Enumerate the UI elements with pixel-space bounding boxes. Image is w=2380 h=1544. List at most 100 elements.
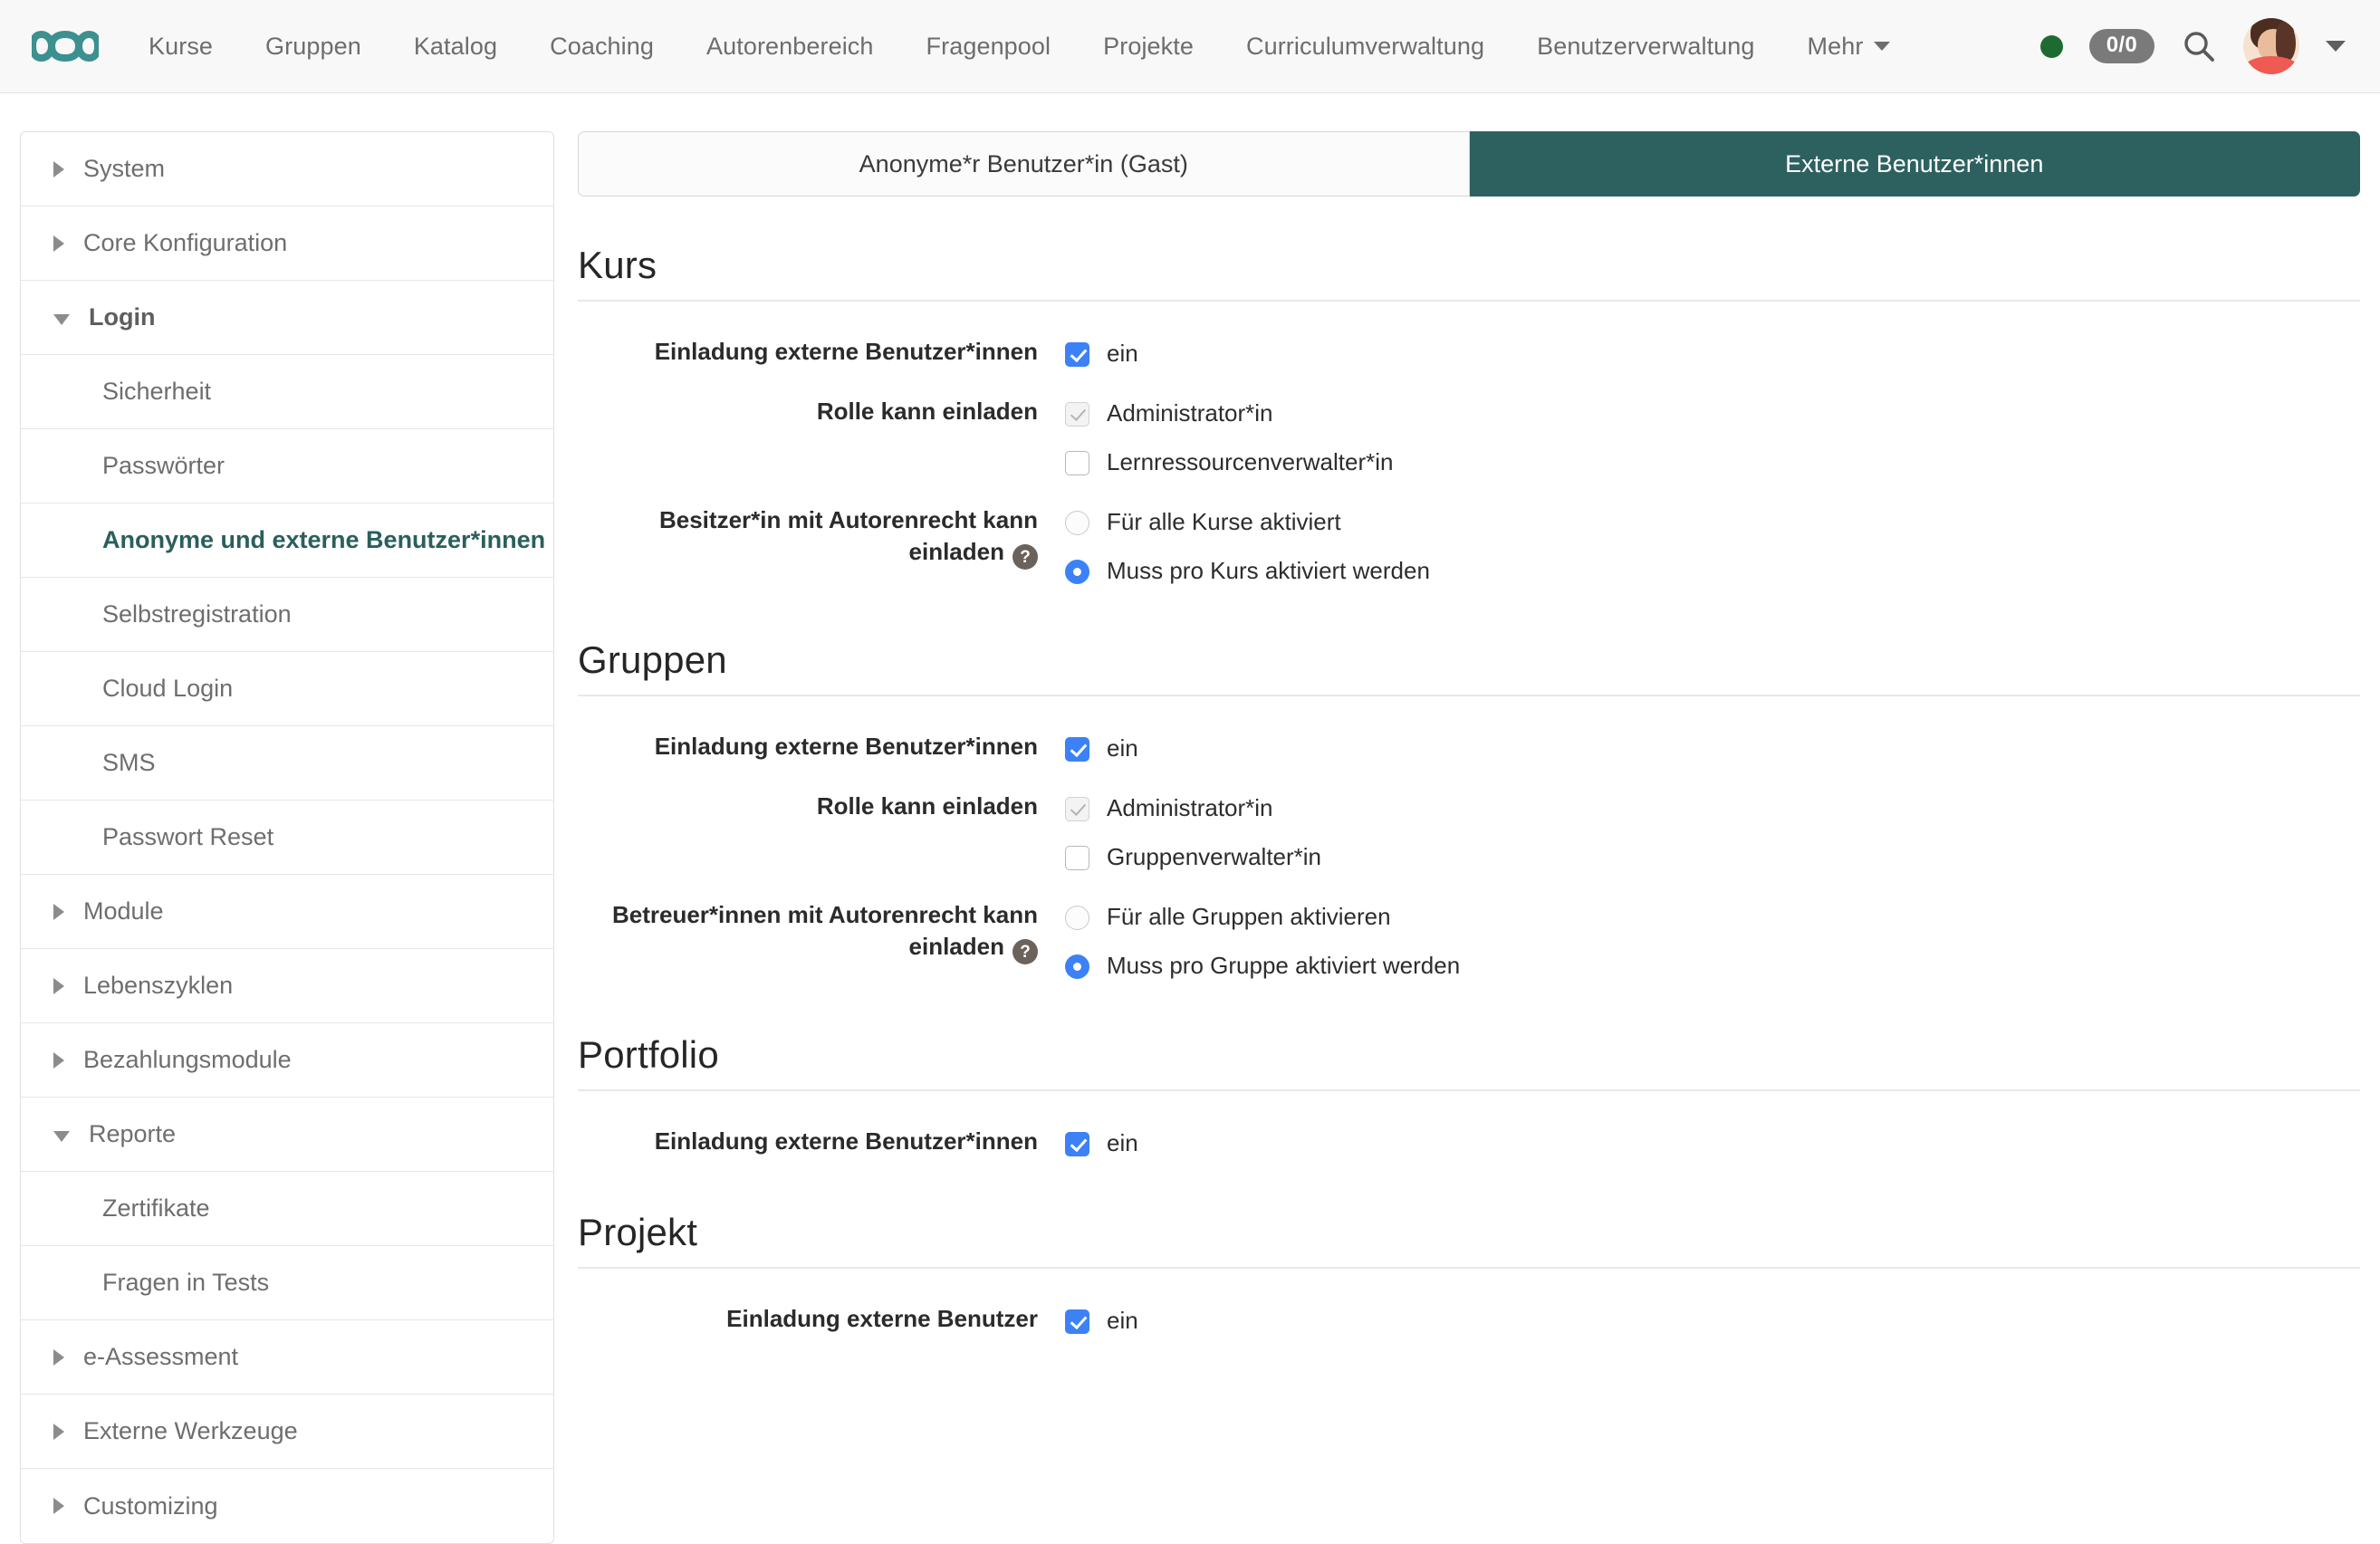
sidebar-item-fragen-in-tests[interactable]: Fragen in Tests <box>21 1246 553 1320</box>
sidebar-item-customizing[interactable]: Customizing <box>21 1469 553 1543</box>
form-label-text: Besitzer*in mit Autorenrecht kann einlad… <box>659 506 1038 565</box>
sidebar-item-label: Passwort Reset <box>102 823 274 851</box>
tab-anonymous-user[interactable]: Anonyme*r Benutzer*in (Gast) <box>578 131 1470 197</box>
radio-option[interactable]: Muss pro Kurs aktiviert werden <box>1065 551 2360 591</box>
avatar[interactable] <box>2243 18 2299 74</box>
help-icon[interactable]: ? <box>1012 544 1038 570</box>
tab-external-users[interactable]: Externe Benutzer*innen <box>1470 131 2361 197</box>
nav-link-fragenpool[interactable]: Fragenpool <box>900 24 1078 70</box>
radio-button[interactable] <box>1065 560 1089 584</box>
radio-option[interactable]: Für alle Kurse aktiviert <box>1065 503 2360 542</box>
sidebar-item-login[interactable]: Login <box>21 281 553 355</box>
checkbox <box>1065 797 1089 821</box>
checkbox-option[interactable]: Administrator*in <box>1065 394 2360 434</box>
chevron-right-icon <box>53 978 64 994</box>
nav-link-autorenbereich[interactable]: Autorenbereich <box>680 24 900 70</box>
form-label: Einladung externe Benutzer*innen <box>578 1124 1038 1157</box>
chevron-right-icon <box>53 1052 64 1069</box>
checkbox-option[interactable]: Gruppenverwalter*in <box>1065 838 2360 877</box>
sidebar-item-label: Cloud Login <box>102 675 233 703</box>
nav-link-katalog[interactable]: Katalog <box>388 24 523 70</box>
sidebar-item-anonyme-und-externe-benutzerinnen[interactable]: Anonyme und externe Benutzer*innen <box>21 503 553 578</box>
nav-link-kurse[interactable]: Kurse <box>122 24 239 70</box>
sidebar-item-reporte[interactable]: Reporte <box>21 1098 553 1172</box>
nav-link-projekte[interactable]: Projekte <box>1077 24 1220 70</box>
main-nav-links: Kurse Gruppen Katalog Coaching Autorenbe… <box>122 24 2040 70</box>
sidebar-item-core-konfiguration[interactable]: Core Konfiguration <box>21 206 553 281</box>
option-label: Gruppenverwalter*in <box>1107 845 1321 870</box>
chevron-right-icon <box>53 161 64 177</box>
radio-option[interactable]: Muss pro Gruppe aktiviert werden <box>1065 946 2360 986</box>
checkbox[interactable] <box>1065 1309 1089 1334</box>
nav-link-coaching[interactable]: Coaching <box>523 24 680 70</box>
search-icon[interactable] <box>2181 28 2217 64</box>
checkbox-option[interactable]: Administrator*in <box>1065 789 2360 829</box>
checkbox[interactable] <box>1065 846 1089 870</box>
radio-button[interactable] <box>1065 954 1089 979</box>
sidebar-item-label: Fragen in Tests <box>102 1269 269 1297</box>
help-icon[interactable]: ? <box>1012 939 1038 964</box>
form-label: Rolle kann einladen <box>578 789 1038 822</box>
checkbox-option[interactable]: ein <box>1065 1301 2360 1341</box>
sidebar-item-selbstregistration[interactable]: Selbstregistration <box>21 578 553 652</box>
form-label-text: Einladung externe Benutzer*innen <box>655 338 1038 365</box>
checkbox[interactable] <box>1065 342 1089 367</box>
checkbox-option[interactable]: ein <box>1065 334 2360 374</box>
sidebar-item-externe-werkzeuge[interactable]: Externe Werkzeuge <box>21 1395 553 1469</box>
sidebar-item-cloud-login[interactable]: Cloud Login <box>21 652 553 726</box>
form-field: ein <box>1065 1301 2360 1341</box>
sidebar-item-passw-rter[interactable]: Passwörter <box>21 429 553 503</box>
radio-button[interactable] <box>1065 906 1089 930</box>
checkbox-option[interactable]: Lernressourcenverwalter*in <box>1065 443 2360 483</box>
sidebar-item-lebenszyklen[interactable]: Lebenszyklen <box>21 949 553 1023</box>
sidebar-item-label: Selbstregistration <box>102 600 292 628</box>
nav-link-curriculumverwaltung[interactable]: Curriculumverwaltung <box>1220 24 1511 70</box>
chevron-right-icon <box>53 1349 64 1366</box>
main-content: Anonyme*r Benutzer*in (Gast) Externe Ben… <box>578 131 2360 1341</box>
form-label-text: Einladung externe Benutzer*innen <box>655 733 1038 760</box>
checkbox-option[interactable]: ein <box>1065 1124 2360 1164</box>
form-row: Rolle kann einladen Administrator*in Grupp… <box>578 789 2360 877</box>
sidebar-item-zertifikate[interactable]: Zertifikate <box>21 1172 553 1246</box>
chevron-right-icon <box>53 235 64 252</box>
nav-link-benutzerverwaltung[interactable]: Benutzerverwaltung <box>1511 24 1780 70</box>
assessment-count-badge[interactable]: 0/0 <box>2089 29 2154 63</box>
form-row: Rolle kann einladen Administrator*in Lernr… <box>578 394 2360 483</box>
settings-sections: Kurs Einladung externe Benutzer*innen ein R… <box>578 244 2360 1341</box>
radio-button[interactable] <box>1065 511 1089 535</box>
form-label: Einladung externe Benutzer <box>578 1301 1038 1335</box>
page-body: System Core Konfiguration LoginSicherheit P… <box>0 93 2380 1507</box>
option-label: ein <box>1107 341 1138 367</box>
user-menu-chevron-down-icon[interactable] <box>2326 41 2346 52</box>
form-label-text: Betreuer*innen mit Autorenrecht kann ein… <box>612 901 1038 960</box>
sidebar-item-module[interactable]: Module <box>21 875 553 949</box>
infinity-logo[interactable] <box>30 18 101 74</box>
option-label: ein <box>1107 1309 1138 1334</box>
sidebar-item-e-assessment[interactable]: e-Assessment <box>21 1320 553 1395</box>
checkbox[interactable] <box>1065 451 1089 475</box>
checkbox[interactable] <box>1065 1132 1089 1156</box>
sidebar-item-passwort-reset[interactable]: Passwort Reset <box>21 801 553 875</box>
sidebar-item-label: e-Assessment <box>83 1343 238 1371</box>
sidebar-item-label: Core Konfiguration <box>83 229 287 257</box>
checkbox-option[interactable]: ein <box>1065 729 2360 769</box>
sidebar-item-sicherheit[interactable]: Sicherheit <box>21 355 553 429</box>
checkbox[interactable] <box>1065 737 1089 762</box>
option-label: Muss pro Gruppe aktiviert werden <box>1107 954 1460 979</box>
form-field: ein <box>1065 334 2360 374</box>
sidebar-item-label: Zertifikate <box>102 1194 210 1223</box>
nav-link-mehr[interactable]: Mehr <box>1781 24 1917 70</box>
sidebar-item-bezahlungsmodule[interactable]: Bezahlungsmodule <box>21 1023 553 1098</box>
nav-link-gruppen[interactable]: Gruppen <box>239 24 388 70</box>
form-row: Einladung externe Benutzer*innen ein <box>578 1124 2360 1164</box>
sidebar-item-sms[interactable]: SMS <box>21 726 553 801</box>
nav-link-mehr-label: Mehr <box>1808 33 1864 61</box>
form-row: Einladung externe Benutzer*innen ein <box>578 729 2360 769</box>
section-title-kurs: Kurs <box>578 244 2360 302</box>
radio-option[interactable]: Für alle Gruppen aktivieren <box>1065 897 2360 937</box>
sidebar-item-system[interactable]: System <box>21 132 553 206</box>
checkbox <box>1065 402 1089 427</box>
form-row: Besitzer*in mit Autorenrecht kann einlad… <box>578 503 2360 591</box>
sidebar-item-label: Passwörter <box>102 452 225 480</box>
form-label: Rolle kann einladen <box>578 394 1038 427</box>
